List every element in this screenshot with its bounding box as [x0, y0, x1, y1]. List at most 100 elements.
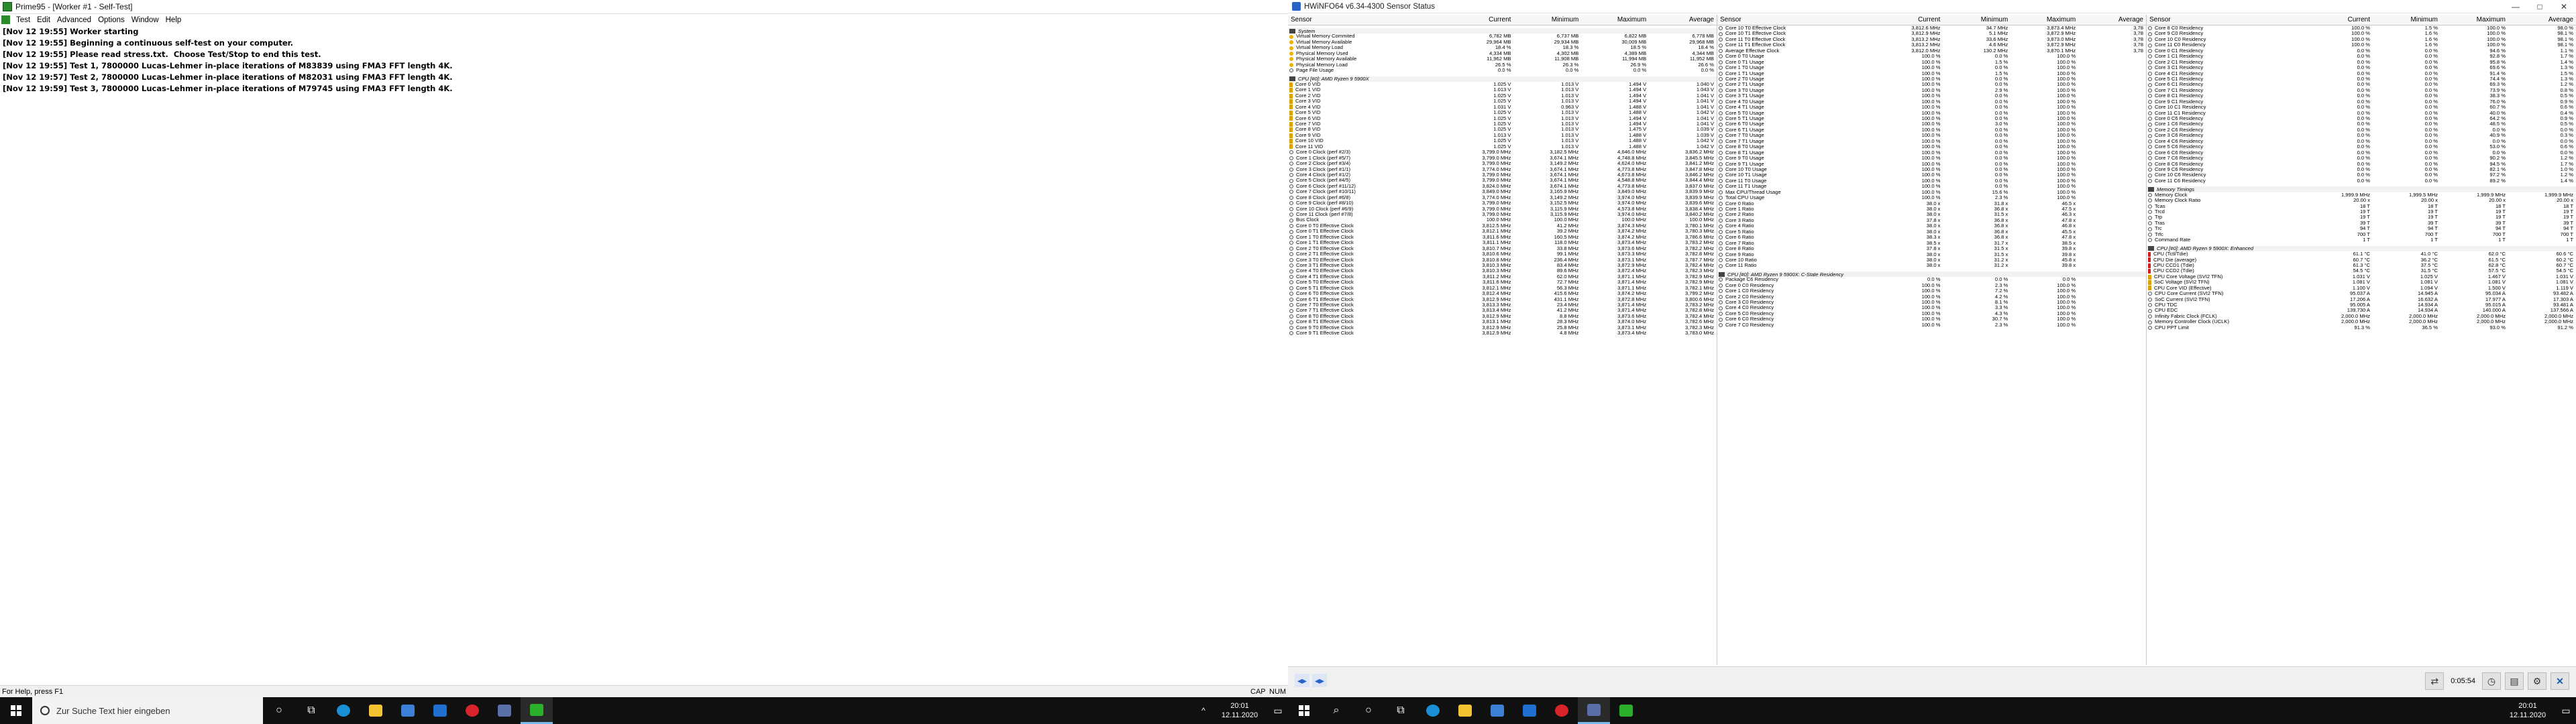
- sensor-row[interactable]: Trp 19 T 19 T 19 T 19 T: [2147, 215, 2576, 220]
- sensor-row[interactable]: SoC Current (SVI2 TFN) 17.206 A 16.632 A 17…: [2147, 297, 2576, 302]
- column-headers[interactable]: Sensor Current Minimum Maximum Average: [2147, 15, 2576, 25]
- sensor-row[interactable]: Core 7 VID 1.025 V 1.013 V 1.494 V 1.041 V: [1288, 121, 1717, 127]
- sensor-row[interactable]: Core 0 T0 Effective Clock 3,812.5 MHz 41.2…: [1288, 223, 1717, 229]
- hwinfo-taskbar-icon[interactable]: [488, 697, 521, 724]
- opera-icon[interactable]: [456, 697, 488, 724]
- sensor-row[interactable]: Core 0 VID 1.025 V 1.013 V 1.494 V 1.040 V: [1288, 82, 1717, 87]
- sensor-row[interactable]: Core 6 T1 Usage 100.0 % 0.0 % 100.0 %: [1717, 127, 2146, 133]
- sensor-row[interactable]: Core 11 T1 Effective Clock 3,813.2 MHz 4.6…: [1717, 42, 2146, 48]
- sensor-row[interactable]: SoC Voltage (SVI2 TFN) 1.081 V 1.081 V 1.08…: [2147, 280, 2576, 285]
- sensor-row[interactable]: Core 8 C6 Residency 0.0 % 0.0 % 94.5 % 1.7 %: [2147, 162, 2576, 167]
- hwinfo-taskbar-icon[interactable]: [1578, 697, 1610, 724]
- sensor-row[interactable]: CPU TDC 95.005 A 14.934 A 95.015 A 93.481 A: [2147, 302, 2576, 308]
- file-explorer-icon[interactable]: [360, 697, 392, 724]
- sensor-row[interactable]: Core 2 T1 Effective Clock 3,810.6 MHz 99.1…: [1288, 251, 1717, 257]
- sensor-row[interactable]: Core 10 C6 Residency 0.0 % 0.0 % 97.2 % 1.2 …: [2147, 172, 2576, 178]
- sensor-row[interactable]: Memory Controller Clock (UCLK) 2,000.0 MH…: [2147, 319, 2576, 324]
- close-icon[interactable]: ✕: [2552, 2, 2576, 11]
- menu-edit[interactable]: Edit: [34, 16, 54, 24]
- sensor-row[interactable]: Virtual Memory Load 18.4 % 18.3 % 18.5 % 18.…: [1288, 45, 1717, 50]
- sensor-row[interactable]: Core 11 Ratio 38.0 x 31.2 x 39.8 x: [1717, 263, 2146, 268]
- sensor-row[interactable]: Core 3 C1 Residency 0.0 % 0.0 % 69.6 % 1.3 %: [2147, 65, 2576, 70]
- sensor-row[interactable]: Package C6 Residency 0.0 % 0.0 % 0.0 %: [1717, 277, 2146, 282]
- sensor-pane-2[interactable]: Sensor Current Minimum Maximum Average Core 1…: [1717, 15, 2147, 665]
- column-header[interactable]: Current: [1876, 16, 1943, 23]
- sensor-row[interactable]: Core 6 C0 Residency 100.0 % 30.7 % 100.0 %: [1717, 316, 2146, 322]
- sensor-row[interactable]: Core 4 T1 Effective Clock 3,811.2 MHz 62.0…: [1288, 274, 1717, 280]
- sensor-row[interactable]: Total CPU Usage 100.0 % 2.3 % 100.0 %: [1717, 195, 2146, 200]
- sensor-row[interactable]: Core 1 T0 Usage 100.0 % 0.0 % 100.0 %: [1717, 65, 2146, 70]
- sensor-row[interactable]: Core 3 T1 Usage 100.0 % 0.0 % 100.0 %: [1717, 93, 2146, 99]
- cortana-icon[interactable]: ○: [263, 697, 295, 724]
- sensor-row[interactable]: Physical Memory Load 26.5 % 26.3 % 26.9 % 26…: [1288, 62, 1717, 68]
- sensor-row[interactable]: Core 1 Clock (perf #5/7) 3,799.0 MHz 3,674…: [1288, 156, 1717, 161]
- sensor-row[interactable]: Core 8 T1 Effective Clock 3,813.1 MHz 28.3…: [1288, 319, 1717, 324]
- sensor-row[interactable]: Core 3 T1 Effective Clock 3,810.3 MHz 83.4…: [1288, 263, 1717, 268]
- sensor-row[interactable]: Core 10 C0 Residency 100.0 % 1.6 % 100.0 % 9…: [2147, 37, 2576, 42]
- sensor-row[interactable]: Physical Memory Used 4,334 MB 4,302 MB 4,38…: [1288, 51, 1717, 56]
- sensor-row[interactable]: Core 9 T1 Effective Clock 3,812.9 MHz 4.8 …: [1288, 330, 1717, 336]
- sensor-row[interactable]: Core 9 Clock (perf #8/10) 3,799.0 MHz 3,15…: [1288, 200, 1717, 206]
- sensor-group-header[interactable]: System: [1288, 28, 1717, 34]
- taskbar-clock[interactable]: 20:01 12.11.2020: [1212, 701, 1268, 720]
- sensor-row[interactable]: CPU PPT Limit 91.3 % 36.5 % 93.0 % 91.2 %: [2147, 325, 2576, 330]
- sensor-row[interactable]: Core 1 C6 Residency 0.0 % 0.0 % 48.5 % 0.5 %: [2147, 121, 2576, 127]
- sensor-row[interactable]: Core 0 T1 Effective Clock 3,812.1 MHz 39.2…: [1288, 229, 1717, 234]
- search-icon[interactable]: ⌕: [1320, 697, 1352, 724]
- sensor-row[interactable]: Core 5 VID 1.025 V 1.013 V 1.488 V 1.042 V: [1288, 110, 1717, 115]
- sensor-row[interactable]: Core 3 VID 1.025 V 1.013 V 1.494 V 1.041 V: [1288, 99, 1717, 104]
- column-header[interactable]: Sensor: [1288, 16, 1446, 23]
- sensor-row[interactable]: Core 4 C1 Residency 0.0 % 0.0 % 91.4 % 1.5 %: [2147, 71, 2576, 76]
- sensor-row[interactable]: Core 8 T1 Usage 100.0 % 0.0 % 100.0 %: [1717, 150, 2146, 156]
- sensor-row[interactable]: Core 6 VID 1.025 V 1.013 V 1.494 V 1.041 V: [1288, 116, 1717, 121]
- minimize-icon[interactable]: —: [2504, 2, 2528, 11]
- column-header[interactable]: Minimum: [1943, 16, 2010, 23]
- store-icon[interactable]: [392, 697, 424, 724]
- sensor-pane-1[interactable]: Sensor Current Minimum Maximum Average System…: [1288, 15, 1717, 665]
- prime95-taskbar-icon[interactable]: [1610, 697, 1642, 724]
- column-header[interactable]: Average: [1649, 16, 1717, 23]
- sensor-row[interactable]: Core 10 VID 1.025 V 1.013 V 1.488 V 1.042 V: [1288, 138, 1717, 143]
- sensor-row[interactable]: Core 4 T1 Usage 100.0 % 0.0 % 100.0 %: [1717, 105, 2146, 110]
- sensor-row[interactable]: Core 11 Clock (perf #7/8) 3,799.0 MHz 3,11…: [1288, 212, 1717, 217]
- sensor-row[interactable]: Core 7 T1 Effective Clock 3,813.4 MHz 41.2…: [1288, 308, 1717, 313]
- prime95-taskbar-icon[interactable]: [521, 697, 553, 724]
- sensor-row[interactable]: Core 7 Ratio 38.5 x 31.7 x 38.5 x: [1717, 241, 2146, 246]
- network-icon[interactable]: ⇄: [2425, 672, 2445, 690]
- edge-icon[interactable]: [327, 697, 360, 724]
- sensor-row[interactable]: Core 6 C1 Residency 0.0 % 0.0 % 69.3 % 1.2 %: [2147, 82, 2576, 87]
- sensor-row[interactable]: Virtual Memory Commited 6,782 MB 6,737 MB 6…: [1288, 34, 1717, 39]
- sensor-row[interactable]: Core 9 VID 1.013 V 1.013 V 1.488 V 1.039 V: [1288, 133, 1717, 138]
- sensor-row[interactable]: Core 4 C6 Residency 0.0 % 0.0 % 0.0 % 0.0 %: [2147, 139, 2576, 144]
- sensor-row[interactable]: Core 2 C1 Residency 0.0 % 0.0 % 95.8 % 1.4 %: [2147, 60, 2576, 65]
- nav-left-icon[interactable]: ◂▸: [1295, 674, 1309, 687]
- column-header[interactable]: Maximum: [2010, 16, 2078, 23]
- sensor-row[interactable]: Core 8 T0 Usage 100.0 % 0.0 % 100.0 %: [1717, 144, 2146, 149]
- sensor-row[interactable]: Physical Memory Available 11,962 MB 11,908…: [1288, 56, 1717, 62]
- sensor-row[interactable]: Bus Clock 100.0 MHz 100.0 MHz 100.0 MHz 100.…: [1288, 217, 1717, 223]
- sensor-row[interactable]: Core 1 VID 1.013 V 1.013 V 1.494 V 1.043 V: [1288, 87, 1717, 93]
- column-header[interactable]: Maximum: [1581, 16, 1649, 23]
- start-button-secondary[interactable]: [1288, 697, 1320, 724]
- sensor-row[interactable]: Core 6 T0 Effective Clock 3,812.4 MHz 415.…: [1288, 291, 1717, 296]
- worker-log-pane[interactable]: [Nov 12 19:55] Worker starting [Nov 12 1…: [0, 25, 1288, 685]
- menu-options[interactable]: Options: [95, 16, 128, 24]
- sensor-row[interactable]: Core 5 T1 Effective Clock 3,812.1 MHz 56.3…: [1288, 286, 1717, 291]
- sensor-row[interactable]: Tras 39 T 39 T 39 T 39 T: [2147, 221, 2576, 226]
- maximize-icon[interactable]: □: [2528, 2, 2552, 11]
- sensor-row[interactable]: Core 7 Clock (perf #10/11) 3,849.0 MHz 3,1…: [1288, 189, 1717, 194]
- task-view-icon[interactable]: ⧉: [295, 697, 327, 724]
- sensor-row[interactable]: Core 11 T0 Usage 100.0 % 0.0 % 100.0 %: [1717, 178, 2146, 184]
- sensor-row[interactable]: Core 9 C1 Residency 0.0 % 0.0 % 76.0 % 0.9 %: [2147, 99, 2576, 105]
- sensor-row[interactable]: Trc 94 T 94 T 94 T 94 T: [2147, 226, 2576, 231]
- menu-help[interactable]: Help: [162, 16, 185, 24]
- column-header[interactable]: Current: [1446, 16, 1514, 23]
- sensor-row[interactable]: Core 7 C1 Residency 0.0 % 0.0 % 73.9 % 0.8 %: [2147, 88, 2576, 93]
- sensor-row[interactable]: Core 5 C0 Residency 100.0 % 4.3 % 100.0 %: [1717, 311, 2146, 316]
- column-headers[interactable]: Sensor Current Minimum Maximum Average: [1288, 15, 1717, 25]
- sensor-row[interactable]: Core 4 C0 Residency 100.0 % 3.3 % 100.0 %: [1717, 305, 2146, 310]
- menu-window[interactable]: Window: [128, 16, 162, 24]
- column-header[interactable]: Sensor: [1717, 16, 1876, 23]
- sensor-row[interactable]: Core 6 Ratio 38.3 x 36.8 x 47.8 x: [1717, 235, 2146, 240]
- mail-icon[interactable]: [424, 697, 456, 724]
